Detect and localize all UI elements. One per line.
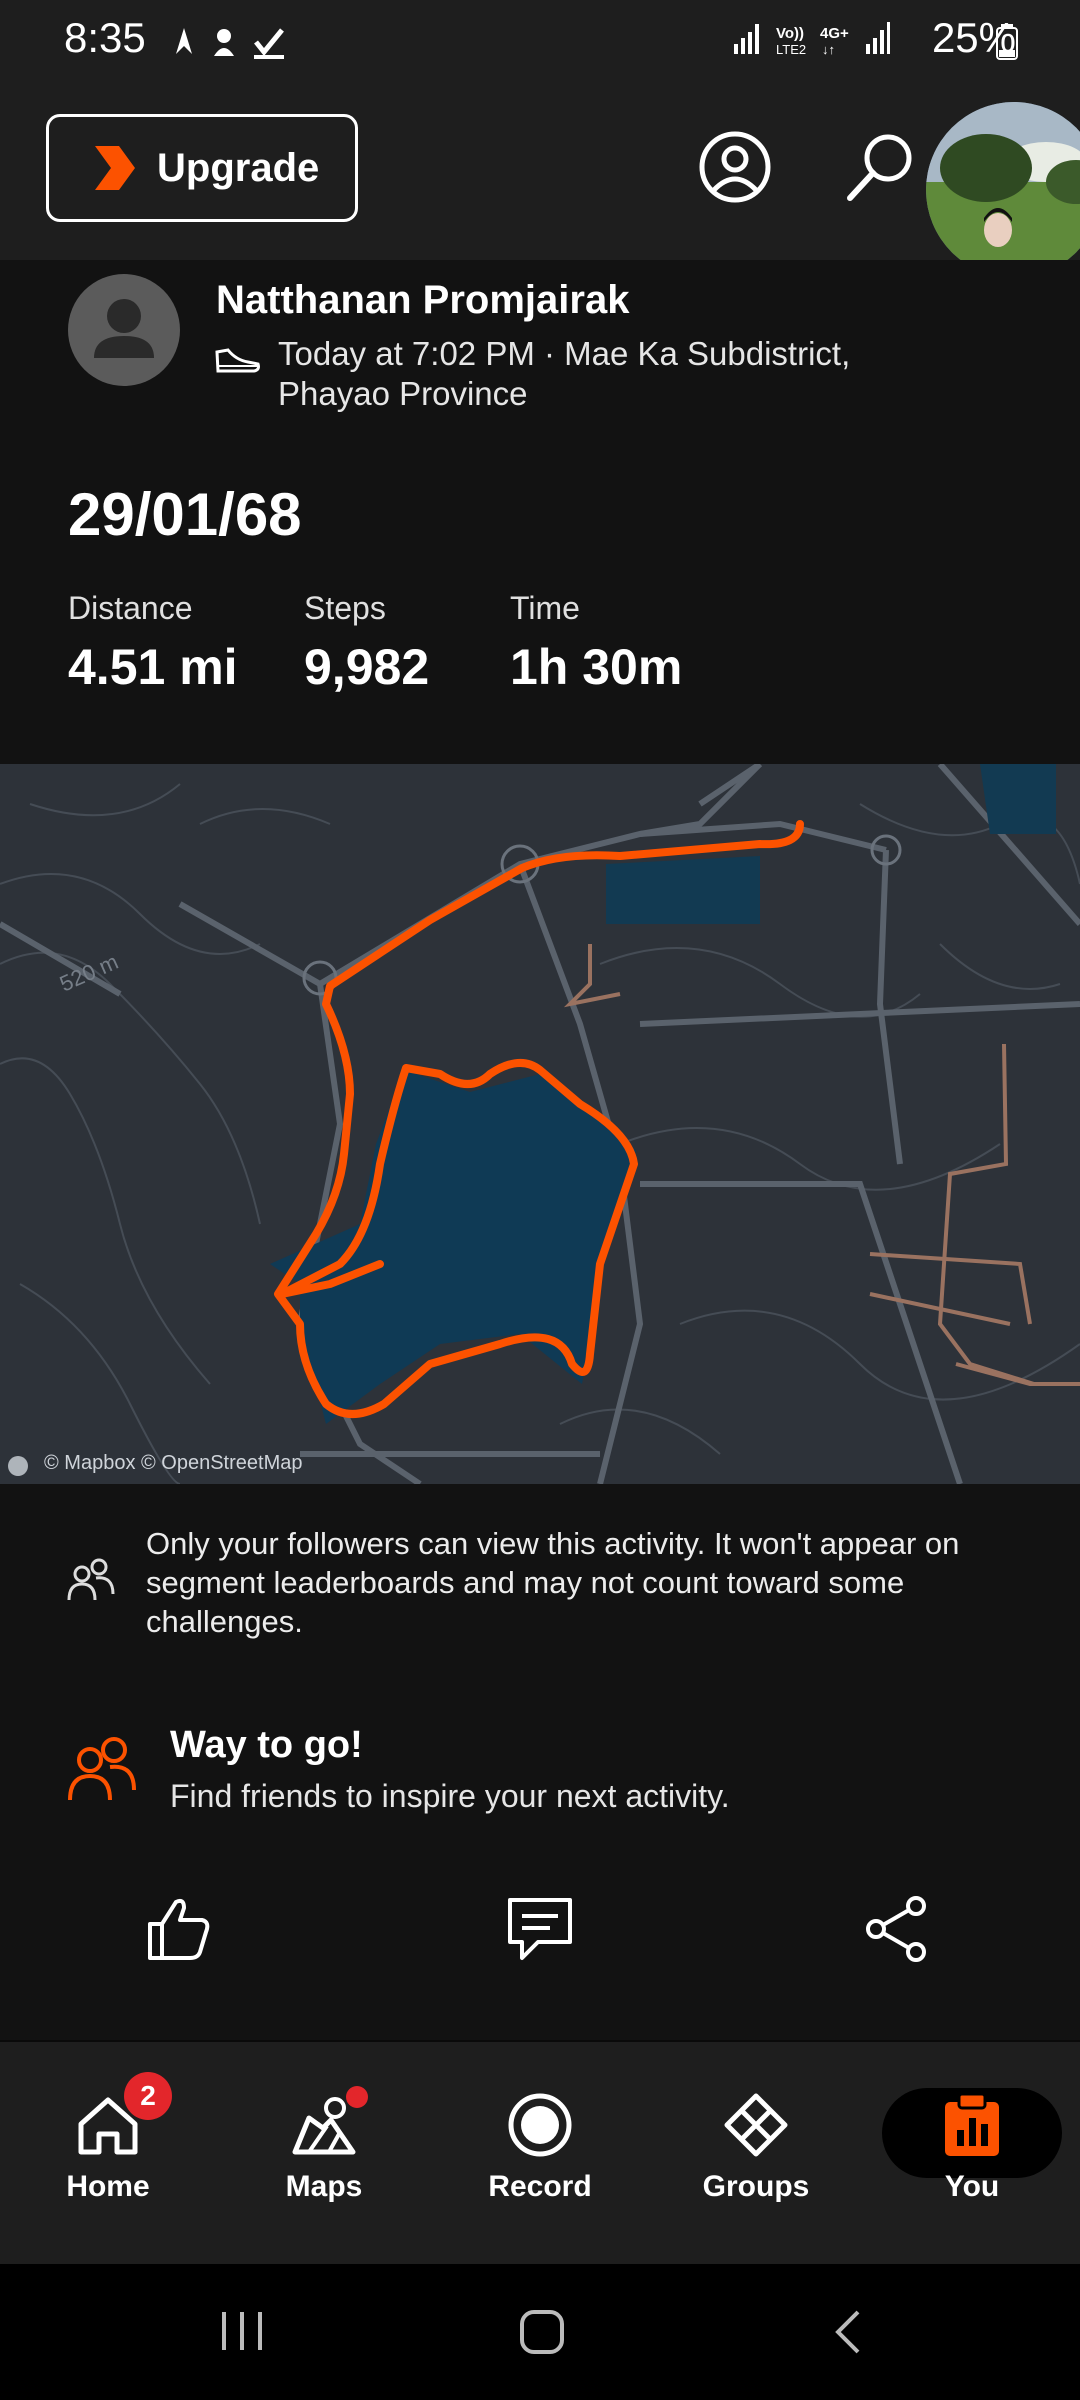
status-notification-icons [176, 28, 284, 59]
you-clipboard-icon [945, 2092, 999, 2156]
athlete-avatar[interactable] [68, 274, 180, 386]
activity-actions [0, 1870, 1080, 2030]
find-friends-card[interactable]: Way to go! Find friends to inspire your … [0, 1700, 1080, 1840]
maps-notification-dot [346, 2086, 368, 2108]
nav-groups-label: Groups [702, 2170, 810, 2203]
nav-home-label: Home [66, 2170, 150, 2203]
home-notification-badge: 2 [124, 2072, 172, 2120]
privacy-text: Only your followers can view this activi… [146, 1526, 960, 1639]
system-navigation-bar [0, 2264, 1080, 2400]
activity-meta: Today at 7:02 PM · Mae Ka Subdistrict, P… [278, 334, 978, 414]
stat-steps-value: 9,982 [304, 639, 430, 695]
profile-circle-icon[interactable] [698, 130, 772, 204]
svg-text:↓↑: ↓↑ [822, 42, 835, 57]
shoe-icon [215, 348, 260, 373]
stat-time-value: 1h 30m [510, 639, 683, 695]
svg-text:4G+: 4G+ [820, 25, 849, 42]
search-icon[interactable] [842, 130, 916, 204]
nav-you-label: You [944, 2170, 1000, 2203]
like-icon[interactable] [144, 1894, 214, 1964]
nav-record[interactable]: Record [432, 2042, 648, 2266]
map-credit[interactable]: © Mapbox © OpenStreetMap [44, 1452, 303, 1475]
stat-steps-label: Steps [304, 590, 386, 626]
record-icon [508, 2093, 572, 2157]
nav-home[interactable]: Home [0, 2042, 216, 2266]
activity-location-province: Phayao Province [278, 375, 528, 412]
activity-map[interactable]: 520 m © Mapbox © OpenStreetMap [0, 764, 1080, 1484]
recent-apps-icon[interactable] [218, 2308, 268, 2354]
friends-icon [68, 1737, 136, 1801]
activity-datetime-location: Today at 7:02 PM · Mae Ka Subdistrict, [278, 335, 851, 372]
groups-icon [724, 2093, 788, 2157]
athlete-name[interactable]: Natthanan Promjairak [216, 278, 629, 323]
stat-distance-label: Distance [68, 590, 193, 626]
status-bar: 8:35 Vo)) LTE2 4G+ ↓↑ 25% [0, 0, 1080, 80]
activity-summary: Natthanan Promjairak Today at 7:02 PM · … [0, 260, 1080, 764]
privacy-notice: Only your followers can view this activi… [0, 1484, 1080, 1654]
signal-icons: Vo)) LTE2 4G+ ↓↑ [734, 22, 890, 57]
bottom-navigation: Home 2 Maps Record Groups You [0, 2040, 1080, 2266]
followers-icon [67, 1558, 115, 1601]
nav-record-label: Record [488, 2170, 592, 2203]
nav-groups[interactable]: Groups [648, 2042, 864, 2266]
activity-title[interactable]: 29/01/68 [68, 480, 302, 549]
svg-text:LTE2: LTE2 [776, 42, 806, 57]
route-map: 520 m [0, 764, 1080, 1484]
way-to-go-subtitle: Find friends to inspire your next activi… [170, 1778, 730, 1814]
strava-chevron-icon [95, 146, 135, 190]
upgrade-label: Upgrade [157, 145, 320, 190]
share-icon[interactable] [864, 1894, 934, 1964]
home-system-icon[interactable] [518, 2308, 568, 2358]
way-to-go-title: Way to go! [170, 1724, 363, 1766]
mapbox-logo-icon[interactable] [8, 1456, 28, 1476]
comment-icon[interactable] [504, 1894, 576, 1964]
stat-distance-value: 4.51 mi [68, 639, 238, 695]
person-icon [94, 299, 154, 358]
nav-maps-label: Maps [285, 2170, 363, 2203]
app-header: Upgrade [0, 80, 1080, 278]
user-photo-avatar[interactable] [926, 102, 1080, 278]
stat-time-label: Time [510, 590, 580, 626]
back-icon[interactable] [828, 2308, 868, 2358]
nav-maps[interactable]: Maps [216, 2042, 432, 2266]
battery-icon [996, 24, 1018, 60]
status-time: 8:35 [64, 14, 146, 61]
upgrade-button[interactable]: Upgrade [46, 114, 358, 222]
nav-you[interactable]: You [864, 2042, 1080, 2266]
svg-text:Vo)): Vo)) [776, 25, 804, 42]
